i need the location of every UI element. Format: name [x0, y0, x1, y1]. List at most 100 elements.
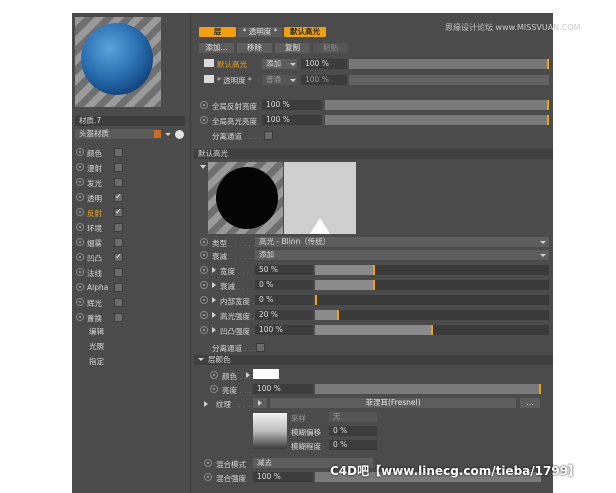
extra-item[interactable]: 编辑: [89, 326, 104, 337]
channel-item[interactable]: 环境: [72, 221, 190, 233]
channel-item[interactable]: 颜色: [72, 146, 190, 158]
global-specular-radio[interactable]: [200, 116, 208, 124]
brightness-slider[interactable]: [315, 384, 541, 394]
tab-default-highlight[interactable]: 默认高光: [284, 27, 326, 37]
copy-layer-button[interactable]: 复制: [275, 43, 310, 53]
blur-scale-value[interactable]: 0 %: [329, 440, 377, 450]
texture-shader-button[interactable]: 菲涅耳(Fresnel): [270, 398, 516, 408]
preview-expand-icon[interactable]: [200, 165, 206, 169]
attenuation-select[interactable]: 添加: [255, 250, 549, 260]
layer-row-slider[interactable]: [349, 59, 549, 69]
layer-row-value[interactable]: 100 %: [301, 59, 347, 69]
channel-checkbox[interactable]: ✓: [114, 193, 123, 202]
param-radio[interactable]: [200, 266, 208, 274]
blend-mode-radio[interactable]: [204, 459, 212, 467]
param-radio[interactable]: [200, 311, 208, 319]
channel-checkbox[interactable]: [114, 223, 123, 232]
channel-item[interactable]: 凹凸 ✓: [72, 251, 190, 263]
remove-layer-button[interactable]: 移除: [237, 43, 272, 53]
channel-item[interactable]: 发光: [72, 176, 190, 188]
param-value[interactable]: 100 %: [255, 325, 313, 335]
channel-item[interactable]: 反射 ✓: [72, 206, 190, 218]
channel-checkbox[interactable]: [114, 313, 123, 322]
tab-transparency[interactable]: * 透明度 *: [238, 27, 282, 37]
param-expand-icon[interactable]: [212, 282, 216, 288]
channel-item[interactable]: 法线: [72, 266, 190, 278]
blend-strength-radio[interactable]: [204, 473, 212, 481]
channel-radio[interactable]: [76, 283, 84, 291]
link-icon[interactable]: [175, 130, 184, 139]
param-slider-handle[interactable]: [431, 325, 433, 335]
param-slider[interactable]: [315, 280, 549, 290]
add-layer-button[interactable]: 添加...: [199, 43, 234, 53]
type-select[interactable]: 高光 - Blinn（传统）: [255, 237, 549, 247]
channel-checkbox[interactable]: [114, 238, 123, 247]
layer-row-slider[interactable]: [349, 75, 549, 85]
type-dropdown-icon[interactable]: [540, 241, 546, 244]
param-value[interactable]: 0 %: [255, 280, 313, 290]
channel-item[interactable]: 漫射: [72, 161, 190, 173]
param-slider[interactable]: [315, 310, 549, 320]
layer-row-value[interactable]: 100 %: [301, 75, 347, 85]
texture-expand-icon[interactable]: [204, 401, 208, 407]
param-value[interactable]: 50 %: [255, 265, 313, 275]
attenuation-dropdown-icon[interactable]: [540, 254, 546, 257]
mode-dropdown-icon[interactable]: [290, 63, 296, 66]
global-specular-slider[interactable]: [325, 115, 549, 125]
channel-item[interactable]: 辉光: [72, 296, 190, 308]
param-slider[interactable]: [315, 265, 549, 275]
param-slider-handle[interactable]: [337, 310, 339, 320]
channel-checkbox[interactable]: [114, 283, 123, 292]
channel-radio[interactable]: [76, 313, 84, 321]
blend-strength-value[interactable]: 100 %: [253, 472, 313, 482]
global-reflection-value[interactable]: 100 %: [262, 100, 322, 110]
type-radio[interactable]: [200, 238, 208, 246]
channel-checkbox[interactable]: [114, 268, 123, 277]
global-reflection-slider[interactable]: [325, 100, 549, 110]
channel-radio[interactable]: [76, 208, 84, 216]
param-expand-icon[interactable]: [212, 312, 216, 318]
channel-radio[interactable]: [76, 163, 84, 171]
material-name-field[interactable]: 材质.7: [75, 116, 185, 126]
channel-item[interactable]: 透明 ✓: [72, 191, 190, 203]
layer-color-swatch[interactable]: [154, 130, 161, 138]
separate-pass-checkbox[interactable]: [264, 131, 273, 140]
param-radio[interactable]: [200, 296, 208, 304]
tab-layer[interactable]: 层: [199, 27, 236, 37]
channel-radio[interactable]: [76, 298, 84, 306]
attenuation-radio[interactable]: [200, 251, 208, 259]
channel-radio[interactable]: [76, 223, 84, 231]
channel-checkbox[interactable]: ✓: [114, 253, 123, 262]
channel-radio[interactable]: [76, 253, 84, 261]
channel-checkbox[interactable]: [114, 163, 123, 172]
brightness-value[interactable]: 100 %: [253, 384, 313, 394]
param-slider-handle[interactable]: [373, 265, 375, 275]
param-slider[interactable]: [315, 295, 549, 305]
param-expand-icon[interactable]: [212, 327, 216, 333]
paste-layer-button[interactable]: 粘贴: [313, 43, 348, 53]
eye-icon[interactable]: [204, 59, 214, 67]
channel-radio[interactable]: [76, 193, 84, 201]
sampling-select[interactable]: 无: [329, 412, 377, 422]
global-reflection-radio[interactable]: [200, 101, 208, 109]
param-radio[interactable]: [200, 326, 208, 334]
extra-item[interactable]: 光照: [89, 341, 104, 352]
param-value[interactable]: 20 %: [255, 310, 313, 320]
layer-name-field[interactable]: 头盔材质: [75, 129, 157, 139]
global-specular-value[interactable]: 100 %: [262, 115, 322, 125]
channel-radio[interactable]: [76, 148, 84, 156]
channel-item[interactable]: 置换: [72, 311, 190, 323]
layer-dropdown-icon[interactable]: [165, 133, 171, 136]
channel-item[interactable]: 烟雾: [72, 236, 190, 248]
color-expand-icon[interactable]: [246, 372, 250, 378]
param-slider[interactable]: [315, 325, 549, 335]
eye-icon[interactable]: [204, 75, 214, 83]
channel-checkbox[interactable]: [114, 298, 123, 307]
color-swatch[interactable]: [253, 369, 279, 379]
texture-menu-button[interactable]: [253, 398, 267, 408]
blur-offset-value[interactable]: 0 %: [329, 426, 377, 436]
param-slider-handle[interactable]: [315, 295, 317, 305]
extra-item[interactable]: 指定: [89, 356, 104, 367]
brightness-radio[interactable]: [210, 385, 218, 393]
texture-more-button[interactable]: ...: [520, 398, 540, 408]
